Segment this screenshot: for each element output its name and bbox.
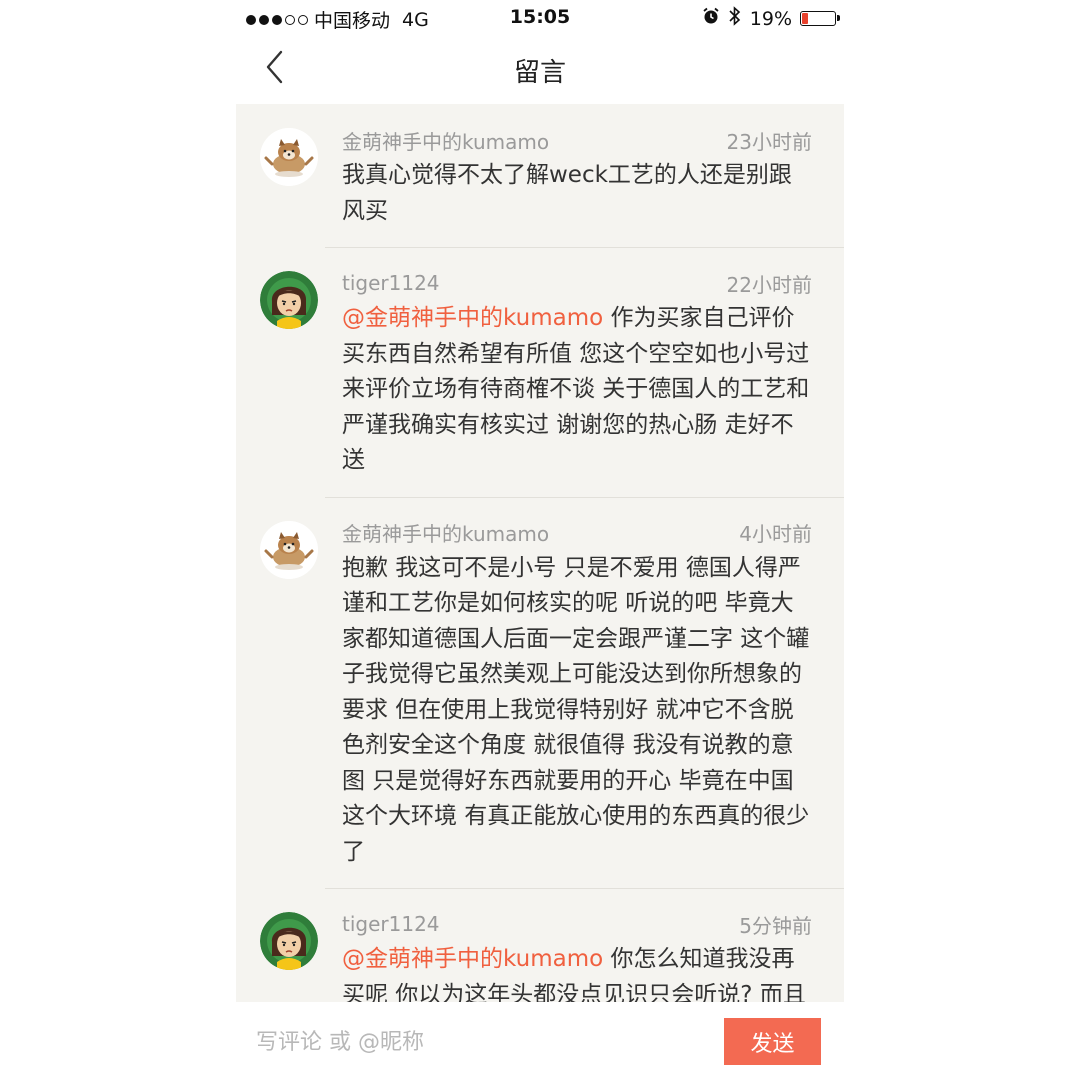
comment-item[interactable]: 金萌神手中的kumamo 4小时前抱歉 我这可不是小号 只是不爱用 德国人得严谨和…: [236, 496, 844, 889]
comment-time: 5分钟前: [739, 913, 812, 938]
comment-item[interactable]: tiger1124 22小时前 @金萌神手中的kumamo 作为买家自己评价买东西自…: [236, 247, 844, 497]
comment-item[interactable]: tiger1124 5分钟前 @金萌神手中的kumamo 你怎么知道我没再买呢 你以…: [236, 888, 844, 1002]
comment-mention-link[interactable]: @金萌神手中的kumamo: [342, 305, 603, 331]
send-button[interactable]: 发送: [724, 1018, 821, 1065]
comment-mention-link[interactable]: @金萌神手中的kumamo: [342, 946, 603, 972]
girl-avatar[interactable]: [260, 271, 318, 329]
battery-icon: [800, 11, 840, 26]
comment-username[interactable]: 金萌神手中的kumamo: [342, 126, 549, 155]
comment-time: 22小时前: [726, 272, 812, 297]
nav-bar: 留言: [236, 36, 844, 104]
comment-input[interactable]: [256, 1020, 696, 1064]
comment-meta: 金萌神手中的kumamo 4小时前: [342, 519, 812, 547]
battery-fill: [802, 13, 808, 24]
comment-meta: tiger1124 22小时前: [342, 269, 812, 297]
shiba-dog-avatar[interactable]: [260, 520, 318, 579]
comment-body: 我真心觉得不太了解weck工艺的人还是别跟风买: [342, 162, 792, 224]
comment-time: 4小时前: [739, 522, 812, 546]
comment-meta: tiger1124 5分钟前: [342, 910, 812, 938]
bluetooth-icon: [728, 6, 742, 31]
comment-item[interactable]: 金萌神手中的kumamo 23小时前我真心觉得不太了解weck工艺的人还是别跟风买: [236, 104, 844, 247]
comment-input-bar: 发送: [236, 1002, 844, 1080]
comment-meta: 金萌神手中的kumamo 23小时前: [342, 126, 812, 154]
comment-body: 抱歉 我这可不是小号 只是不爱用 德国人得严谨和工艺你是如何核实的呢 听说的吧 …: [342, 554, 810, 865]
battery-percent: 19%: [749, 7, 792, 30]
comment-text: 抱歉 我这可不是小号 只是不爱用 德国人得严谨和工艺你是如何核实的呢 听说的吧 …: [342, 551, 812, 871]
comment-text: 我真心觉得不太了解weck工艺的人还是别跟风买: [342, 158, 812, 229]
comment-text: @金萌神手中的kumamo 你怎么知道我没再买呢 你以为这年头都没点见识只会听说…: [342, 942, 812, 1002]
status-bar: 中国移动 4G 15:05 19%: [236, 0, 844, 36]
comment-username[interactable]: tiger1124: [342, 271, 440, 295]
comment-text: @金萌神手中的kumamo 作为买家自己评价买东西自然希望有所值 您这个空空如也…: [342, 301, 812, 479]
page-title: 留言: [513, 58, 566, 88]
phone-screen: 中国移动 4G 15:05 19% 留言 金萌神手中的kumamo 23小时前 …: [236, 0, 844, 1080]
comment-username[interactable]: tiger1124: [342, 912, 440, 936]
status-right: 19%: [702, 6, 840, 31]
comment-time: 23小时前: [726, 129, 812, 154]
comment-list[interactable]: 金萌神手中的kumamo 23小时前我真心觉得不太了解weck工艺的人还是别跟风买…: [236, 104, 844, 1002]
alarm-icon: [702, 7, 720, 30]
shiba-dog-avatar[interactable]: [260, 128, 318, 186]
girl-avatar[interactable]: [260, 912, 318, 970]
comment-username[interactable]: 金萌神手中的kumamo: [342, 518, 549, 547]
